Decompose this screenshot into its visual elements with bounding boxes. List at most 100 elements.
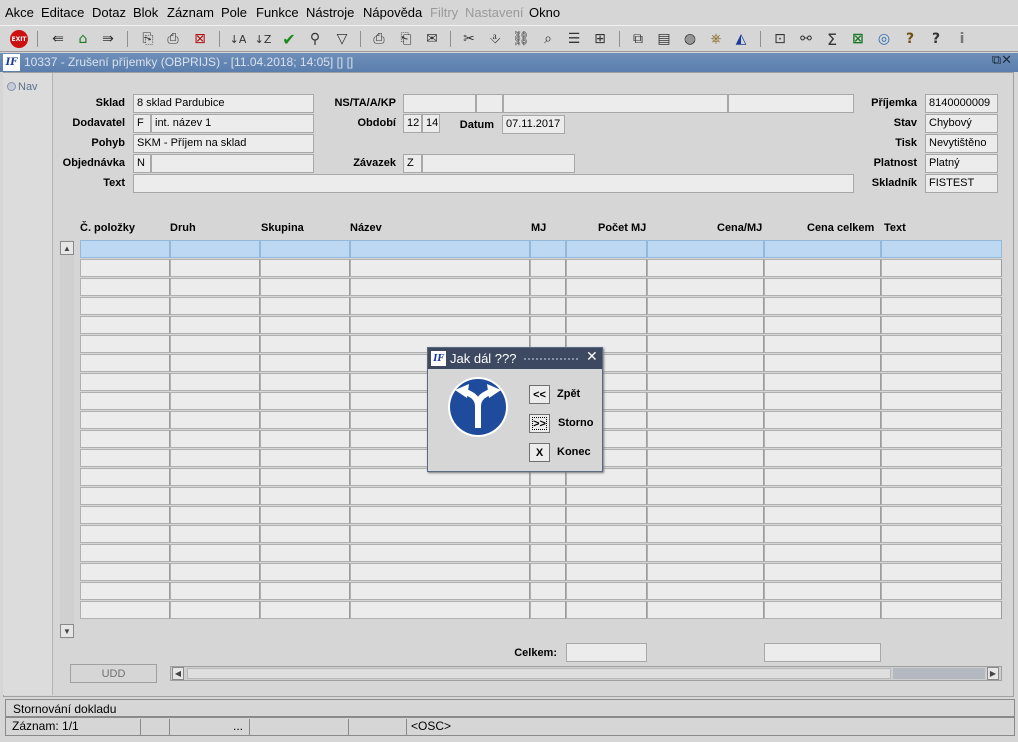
table-cell[interactable] xyxy=(566,278,647,296)
table-cell[interactable] xyxy=(170,487,260,505)
table-cell[interactable] xyxy=(530,544,566,562)
table-cell[interactable] xyxy=(80,468,170,486)
nav-button[interactable]: Nav xyxy=(7,81,38,93)
menu-okno[interactable]: Okno xyxy=(529,5,560,20)
field-objednavka[interactable] xyxy=(151,154,314,173)
table-cell[interactable] xyxy=(80,563,170,581)
table-cell[interactable] xyxy=(170,278,260,296)
field-ns[interactable] xyxy=(403,94,476,113)
table-cell[interactable] xyxy=(80,373,170,391)
table-row[interactable] xyxy=(80,316,1002,335)
menu-funkce[interactable]: Funkce xyxy=(256,5,299,20)
storno-button[interactable]: >> xyxy=(529,414,550,433)
table-cell[interactable] xyxy=(647,335,764,353)
table-cell[interactable] xyxy=(566,316,647,334)
scroll-up-icon[interactable]: ▲ xyxy=(60,241,74,255)
table-cell[interactable] xyxy=(260,316,350,334)
table-cell[interactable] xyxy=(170,354,260,372)
table-row[interactable] xyxy=(80,259,1002,278)
wrench-icon[interactable]: ⚲ xyxy=(305,29,325,49)
table-cell[interactable] xyxy=(881,316,1002,334)
table-cell[interactable] xyxy=(260,240,350,258)
table-cell[interactable] xyxy=(764,240,881,258)
table-cell[interactable] xyxy=(881,392,1002,410)
table-cell[interactable] xyxy=(647,601,764,619)
paste-icon[interactable]: ⎀ xyxy=(485,29,505,49)
check-icon[interactable]: ✔ xyxy=(279,29,299,49)
table-cell[interactable] xyxy=(881,354,1002,372)
table-cell[interactable] xyxy=(566,601,647,619)
table-row[interactable] xyxy=(80,601,1002,620)
end-button[interactable]: X xyxy=(529,443,550,462)
table-cell[interactable] xyxy=(170,563,260,581)
menu-napoveda[interactable]: Nápověda xyxy=(363,5,422,20)
save-icon[interactable]: ⇚ xyxy=(48,29,68,49)
table-cell[interactable] xyxy=(764,316,881,334)
table-cell[interactable] xyxy=(260,411,350,429)
table-cell[interactable] xyxy=(764,544,881,562)
table-cell[interactable] xyxy=(80,544,170,562)
table-cell[interactable] xyxy=(80,297,170,315)
table-cell[interactable] xyxy=(647,544,764,562)
table-cell[interactable] xyxy=(350,525,530,543)
table-cell[interactable] xyxy=(764,278,881,296)
table-cell[interactable] xyxy=(881,278,1002,296)
table-cell[interactable] xyxy=(530,487,566,505)
field-dodavatel-name[interactable]: int. název 1 xyxy=(151,114,314,133)
document-copy-icon[interactable]: ⧉ xyxy=(628,29,648,49)
table-cell[interactable] xyxy=(350,316,530,334)
scroll-down-icon[interactable]: ▼ xyxy=(60,624,74,638)
table-cell[interactable] xyxy=(80,487,170,505)
table-cell[interactable] xyxy=(530,563,566,581)
table-cell[interactable] xyxy=(260,430,350,448)
table-cell[interactable] xyxy=(881,449,1002,467)
field-kp[interactable] xyxy=(728,94,854,113)
table-row[interactable] xyxy=(80,563,1002,582)
field-a[interactable] xyxy=(503,94,728,113)
table-cell[interactable] xyxy=(647,468,764,486)
table-cell[interactable] xyxy=(170,259,260,277)
table-cell[interactable] xyxy=(647,297,764,315)
dialog-drag-handle[interactable] xyxy=(523,357,579,361)
table-cell[interactable] xyxy=(350,278,530,296)
table-cell[interactable] xyxy=(170,297,260,315)
field-zavazek-code[interactable]: Z xyxy=(403,154,422,173)
table-cell[interactable] xyxy=(764,430,881,448)
field-datum[interactable]: 07.11.2017 xyxy=(502,115,565,134)
field-obdobi-month[interactable]: 12 xyxy=(403,114,422,133)
table-cell[interactable] xyxy=(80,240,170,258)
chart-icon[interactable]: ⊡ xyxy=(770,29,790,49)
field-tisk[interactable]: Nevytištěno xyxy=(925,134,998,153)
table-row[interactable] xyxy=(80,278,1002,297)
document-icon[interactable]: ▤ xyxy=(654,29,674,49)
field-zavazek[interactable] xyxy=(422,154,575,173)
filter-icon[interactable]: ▽ xyxy=(332,29,352,49)
table-cell[interactable] xyxy=(566,525,647,543)
table-cell[interactable] xyxy=(350,544,530,562)
table-cell[interactable] xyxy=(566,259,647,277)
table-cell[interactable] xyxy=(80,601,170,619)
udd-button[interactable]: UDD xyxy=(70,664,157,683)
indent-icon[interactable]: ☰ xyxy=(564,29,584,49)
table-cell[interactable] xyxy=(764,506,881,524)
field-text[interactable] xyxy=(133,174,854,193)
table-cell[interactable] xyxy=(80,506,170,524)
context-help-icon[interactable]: ? xyxy=(926,29,946,49)
table-cell[interactable] xyxy=(764,373,881,391)
grid-horizontal-scrollbar[interactable]: ◀ ▶ xyxy=(170,666,1002,681)
table-cell[interactable] xyxy=(881,487,1002,505)
table-cell[interactable] xyxy=(170,544,260,562)
table-cell[interactable] xyxy=(881,582,1002,600)
scroll-right-icon[interactable]: ▶ xyxy=(987,667,999,680)
table-cell[interactable] xyxy=(170,240,260,258)
table-cell[interactable] xyxy=(260,259,350,277)
delete-record-icon[interactable]: ⇛ xyxy=(98,29,118,49)
table-cell[interactable] xyxy=(350,601,530,619)
table-cell[interactable] xyxy=(260,335,350,353)
table-cell[interactable] xyxy=(530,582,566,600)
table-cell[interactable] xyxy=(170,316,260,334)
help-question-icon[interactable]: ? xyxy=(900,29,920,49)
table-cell[interactable] xyxy=(260,297,350,315)
table-cell[interactable] xyxy=(764,563,881,581)
table-cell[interactable] xyxy=(881,468,1002,486)
